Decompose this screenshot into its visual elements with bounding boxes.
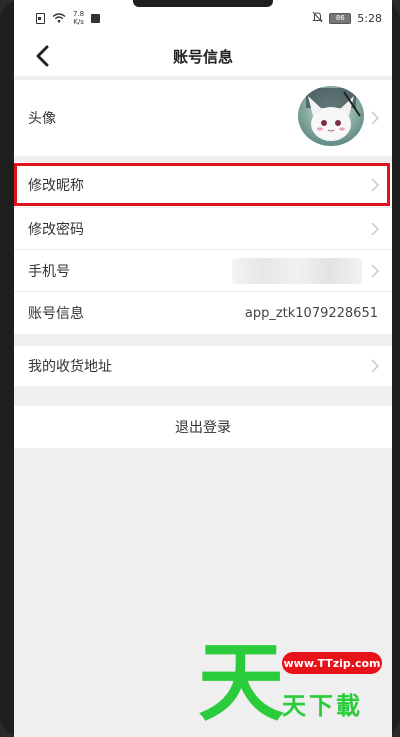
shipping-address-label: 我的收货地址 [28, 359, 112, 375]
avatar-group: 头像 [14, 80, 392, 156]
chevron-right-icon [371, 177, 380, 192]
change-password-label: 修改密码 [28, 221, 84, 238]
edit-nickname-row[interactable]: 修改昵称 [14, 162, 392, 208]
chevron-right-icon [371, 263, 380, 278]
network-speed-unit: K/s [73, 18, 84, 26]
account-settings-group: 修改昵称 修改密码 手机号 账号信息 app_ztk1079228651 [14, 162, 392, 334]
account-info-row: 账号信息 app_ztk1079228651 [14, 292, 392, 334]
logout-button[interactable]: 退出登录 [14, 406, 392, 448]
watermark-url: www.TTzip.com [282, 652, 382, 674]
address-group: 我的收货地址 [14, 346, 392, 386]
battery-indicator: 86 [329, 12, 352, 24]
phone-number-row[interactable]: 手机号 [14, 250, 392, 292]
sim-card-icon [36, 12, 45, 24]
logout-label: 退出登录 [175, 420, 231, 436]
network-speed: 7.8 K/s [73, 10, 84, 26]
screen: 7.8 K/s 86 5:28 账号信息 头像 修改昵称 修改密码 手机号 账号… [14, 0, 392, 737]
phone-number-label: 手机号 [28, 263, 70, 280]
network-speed-value: 7.8 [73, 10, 85, 18]
chevron-left-icon [36, 45, 49, 67]
watermark-text: 天下載 [282, 692, 363, 720]
watermark-logo-character: 天 [198, 632, 284, 733]
camera-notch [133, 0, 273, 7]
phone-frame: 7.8 K/s 86 5:28 账号信息 头像 修改昵称 修改密码 手机号 账号… [0, 0, 400, 737]
chevron-right-icon [371, 111, 380, 125]
avatar-label: 头像 [28, 111, 56, 127]
page-title: 账号信息 [172, 47, 233, 66]
change-password-row[interactable]: 修改密码 [14, 208, 392, 250]
avatar-row[interactable]: 头像 [14, 80, 392, 156]
wifi-icon [52, 13, 66, 23]
back-button[interactable] [28, 42, 56, 70]
notification-icon [91, 13, 101, 23]
shipping-address-row[interactable]: 我的收货地址 [14, 346, 392, 386]
mute-icon [312, 11, 324, 26]
avatar[interactable] [298, 86, 364, 146]
clock: 5:28 [357, 11, 382, 25]
account-info-label: 账号信息 [28, 306, 84, 322]
chevron-right-icon [371, 221, 380, 236]
chevron-right-icon [371, 359, 380, 373]
edit-nickname-label: 修改昵称 [28, 177, 84, 194]
navigation-header: 账号信息 [14, 36, 392, 76]
phone-number-value-redacted [232, 258, 362, 284]
account-id-value: app_ztk1079228651 [244, 305, 378, 321]
